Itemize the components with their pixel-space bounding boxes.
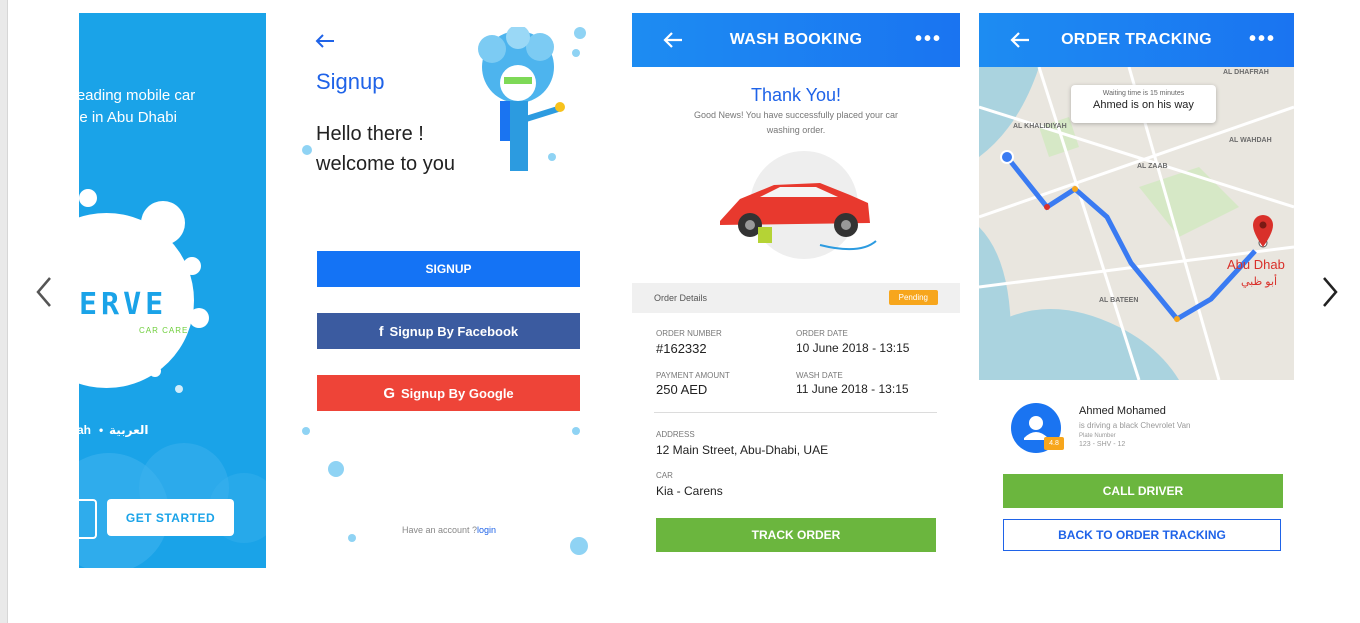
bubble <box>302 427 310 435</box>
header-title: ORDER TRACKING <box>1061 31 1212 48</box>
bubble <box>572 49 580 57</box>
google-button-label: Signup By Google <box>401 385 514 401</box>
plate-label: Plate Number <box>1079 433 1116 439</box>
driver-status-text: Ahmed is on his way <box>1093 99 1194 111</box>
bubble <box>189 308 209 328</box>
login-link[interactable]: login <box>477 525 496 535</box>
bubble <box>175 385 183 393</box>
payment-amount-label: PAYMENT AMOUNT <box>656 371 730 380</box>
destination-city: Abu Dhab <box>1227 257 1285 272</box>
wash-date-value: 11 June 2018 - 13:15 <box>796 382 909 396</box>
google-icon: G <box>383 384 395 402</box>
map-label: AL BATEEN <box>1099 297 1139 304</box>
waiting-time-text: Waiting time is 15 minutes <box>1102 90 1185 97</box>
greeting: Hello there ! welcome to you <box>316 119 455 179</box>
tagline-line-2: vice in Abu Dhabi <box>79 109 177 126</box>
mascot-illustration <box>478 27 565 171</box>
bubble <box>141 201 185 245</box>
success-message: Good News! You have successfully placed … <box>693 110 899 135</box>
greeting-line-2: welcome to you <box>316 153 455 175</box>
page-left-border <box>0 0 8 623</box>
bubble <box>548 153 556 161</box>
facebook-icon: f <box>378 323 384 339</box>
splash-screen: e leading mobile car vice in Abu Dhabi E… <box>79 13 266 568</box>
more-dots-icon[interactable]: ••• <box>915 28 942 51</box>
rating-badge: 4.8 <box>1044 437 1064 450</box>
brand-logo: ERVE <box>79 287 168 322</box>
page-title: Signup <box>316 69 385 94</box>
app-header: ORDER TRACKING ••• <box>979 13 1294 67</box>
signup-google-button[interactable]: G Signup By Google <box>317 375 580 411</box>
map-label: AL KHALIDIYAH <box>1013 123 1067 130</box>
map-label: AL DHAFRAH <box>1223 69 1269 76</box>
tagline-line-1: e leading mobile car <box>79 87 196 104</box>
order-details-label: Order Details <box>654 293 708 303</box>
divider <box>654 412 937 413</box>
bubble <box>574 27 586 39</box>
bubble <box>149 365 161 377</box>
splash-tagline: e leading mobile car vice in Abu Dhabi <box>79 85 195 129</box>
wash-date-label: WASH DATE <box>796 371 843 380</box>
order-date-label: ORDER DATE <box>796 329 848 338</box>
call-driver-button[interactable]: CALL DRIVER <box>1003 474 1283 508</box>
payment-amount-value: 250 AED <box>656 382 708 397</box>
order-tracking-screen: ORDER TRACKING ••• Waiting time is 15 mi… <box>979 13 1294 568</box>
brand-subtitle: CAR CARE <box>139 326 189 335</box>
status-badge: Pending <box>888 290 938 305</box>
bubble <box>348 534 356 542</box>
track-order-button[interactable]: TRACK ORDER <box>656 518 936 552</box>
chevron-right-icon <box>1323 277 1338 307</box>
more-dots-icon[interactable]: ••• <box>1249 28 1276 51</box>
arrow-left-icon[interactable] <box>314 33 336 49</box>
driver-name: Ahmed Mohamed <box>1079 405 1166 417</box>
have-account-text: Have an account ? <box>401 525 478 535</box>
map-label: AL WAHDAH <box>1229 137 1272 144</box>
car-wash-illustration <box>720 151 877 259</box>
login-prompt: Have an account ?login <box>298 525 600 535</box>
greeting-line-1: Hello there ! <box>316 123 424 145</box>
eta-info-box: Waiting time is 15 minutes Ahmed is on h… <box>1071 85 1216 123</box>
bubble <box>570 537 588 555</box>
map-label: AL ZAAB <box>1137 163 1168 170</box>
lang-english[interactable]: ah <box>79 423 91 437</box>
signup-screen: Signup Hello there ! welcome to you SIGN… <box>298 13 600 568</box>
driver-vehicle: is driving a black Chevrolet Van <box>1079 421 1191 430</box>
wash-booking-screen: WASH BOOKING ••• Thank You! Good News! Y… <box>632 13 960 568</box>
car-label: CAR <box>656 471 673 480</box>
lang-separator: • <box>99 423 104 437</box>
sign-in-button[interactable] <box>79 499 97 539</box>
facebook-button-label: Signup By Facebook <box>389 323 519 339</box>
address-value: 12 Main Street, Abu-Dhabi, UAE <box>656 443 829 457</box>
order-date-value: 10 June 2018 - 13:15 <box>796 341 910 355</box>
carousel-next-button[interactable] <box>1316 272 1342 312</box>
bubble <box>302 145 312 155</box>
app-header: WASH BOOKING ••• <box>632 13 960 67</box>
address-label: ADDRESS <box>656 430 695 439</box>
bubble <box>328 461 344 477</box>
lang-arabic[interactable]: العربية <box>109 423 149 437</box>
destination-city-arabic: أبو ظبي <box>1241 276 1278 288</box>
carousel-prev-button[interactable] <box>32 272 58 312</box>
signup-facebook-button[interactable]: f Signup By Facebook <box>317 313 580 349</box>
signup-button-label: SIGNUP <box>425 262 472 276</box>
plate-number: 123 - SHV - 12 <box>1079 441 1126 448</box>
header-title: WASH BOOKING <box>729 31 863 48</box>
thank-you-heading: Thank You! <box>750 85 842 105</box>
bubble <box>572 427 580 435</box>
get-started-button[interactable]: GET STARTED <box>107 499 234 536</box>
order-number-label: ORDER NUMBER <box>656 329 722 338</box>
bubble <box>79 189 97 207</box>
order-details-bar: Order Details Pending <box>632 283 960 313</box>
chevron-left-icon <box>36 277 51 307</box>
bubble <box>183 257 201 275</box>
back-to-tracking-button[interactable]: BACK TO ORDER TRACKING <box>1003 519 1281 551</box>
signup-button[interactable]: SIGNUP <box>317 251 580 287</box>
car-value: Kia - Carens <box>656 484 723 498</box>
order-number-value: #162332 <box>656 341 707 356</box>
